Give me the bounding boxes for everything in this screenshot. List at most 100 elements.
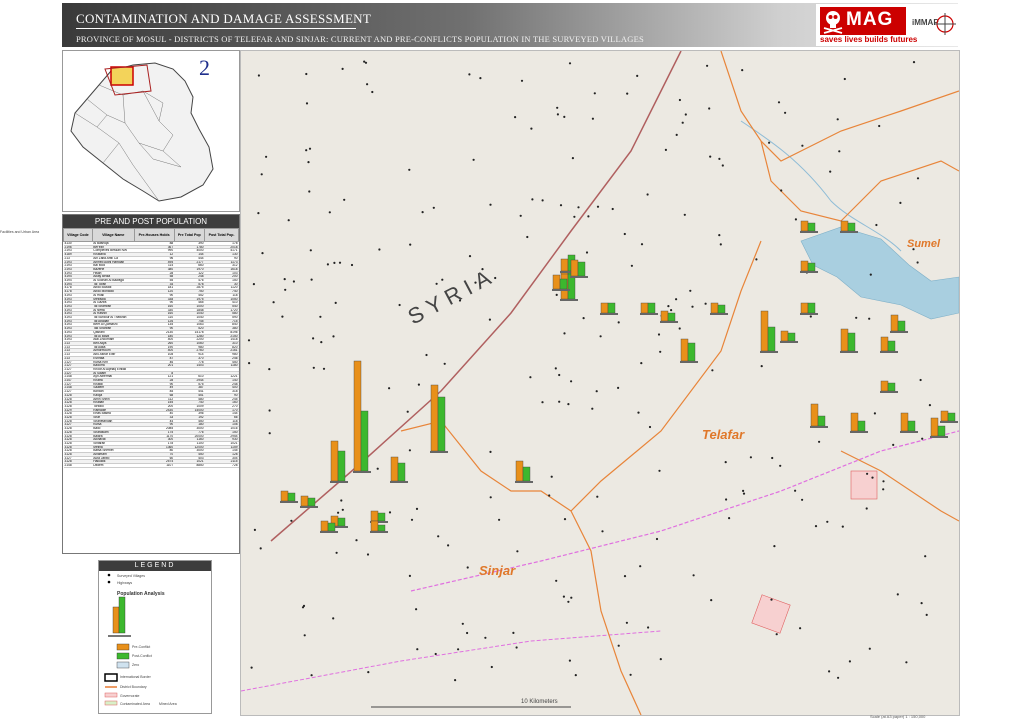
village-dot [818,440,821,443]
village-dot [755,258,758,261]
current-bar [907,420,916,432]
village-dot [760,365,763,368]
current-bar [847,222,856,232]
village-bar-chart [900,412,918,433]
town-label-sinjar: Sinjar [479,563,516,578]
village-dot [559,204,563,207]
village-dot [617,321,620,324]
village-dot [794,218,798,221]
village-dot [724,461,727,464]
chart-base [780,341,798,343]
village-dot [307,161,310,164]
chart-base [570,276,588,278]
village-dot [556,113,559,116]
village-dot [623,232,626,236]
contaminated-area [850,470,878,500]
legend-item-contaminated: Contaminated Area [120,702,150,706]
village-dot [855,316,858,319]
village-dot [741,69,744,72]
village-dot [457,648,460,651]
village-dot [646,193,649,196]
village-dot [378,248,381,251]
legend-item-highways: Highways [117,581,133,585]
village-bar-chart [660,310,678,323]
village-bar-chart [780,330,798,343]
village-dot [912,61,916,64]
chart-base [370,531,388,533]
village-dot [406,410,409,413]
village-dot [777,101,781,104]
village-dot [489,203,492,206]
current-bar [522,466,531,482]
village-dot [689,289,692,292]
village-dot [458,299,462,302]
village-dot [596,205,600,208]
village-dot [308,147,312,150]
village-dot [848,660,852,663]
village-dot [363,60,366,63]
village-dot [709,155,712,158]
village-dot [454,679,457,682]
table-cell: Ditdem [92,463,135,468]
village-dot [447,544,450,547]
village-dot [659,350,662,353]
current-bar [577,261,586,277]
col-pre-households: Pre-Houses Holds [133,228,175,242]
village-dot [775,633,778,636]
village-dot [248,362,251,365]
village-dot [303,634,306,637]
village-dot [568,659,571,662]
side-note: Facilities and Urban Area [0,230,40,234]
village-dot [574,674,577,677]
pre-conflict-bar [353,360,362,472]
village-dot [809,315,812,318]
current-bar [717,304,726,314]
village-dot [780,189,783,192]
village-dot [301,606,305,609]
legend-population-analysis: Population Analysis [117,591,165,597]
pre-conflict-bar [880,336,889,352]
village-dot [257,74,260,77]
village-dot [494,276,497,280]
current-bar [847,332,856,352]
village-dot [837,676,840,679]
pre-conflict-bar [640,302,649,314]
village-dot [287,219,290,222]
current-bar [360,410,369,472]
main-map[interactable]: SYRIA Sumel Telafar Sinjar 10 Kilometers [240,50,960,716]
pre-conflict-bar [280,490,289,502]
village-bar-chart [760,310,778,353]
village-dot [310,278,313,281]
village-dot [253,528,256,531]
pre-conflict-bar [570,259,579,277]
village-dot [364,61,368,64]
pre-conflict-bar [940,410,949,422]
village-dot [541,199,544,202]
village-dot [562,595,565,598]
pre-conflict-bar [900,412,909,432]
village-dot [912,248,915,251]
town-label-sumel: Sumel [907,238,941,250]
village-bar-chart [880,380,898,393]
village-dot [814,525,818,528]
village-dot [367,671,370,674]
village-dot [326,263,329,266]
village-dot [531,198,534,201]
village-bar-chart [880,336,898,353]
chart-base [880,391,898,393]
chart-base [552,289,570,291]
village-dot [328,211,331,214]
village-dot [873,412,877,415]
village-dot [637,411,640,414]
village-dot [563,518,567,521]
logo-area: MAG saves lives builds futures iMMAP [816,4,958,46]
village-dot [721,164,724,167]
district-boundary [720,51,959,162]
village-bar-chart [800,220,818,233]
pre-conflict-bar [810,403,819,427]
village-dot [388,387,391,390]
pre-conflict-bar [800,260,809,272]
chart-base [840,351,858,353]
village-dot [408,449,411,452]
village-dot [555,293,558,296]
